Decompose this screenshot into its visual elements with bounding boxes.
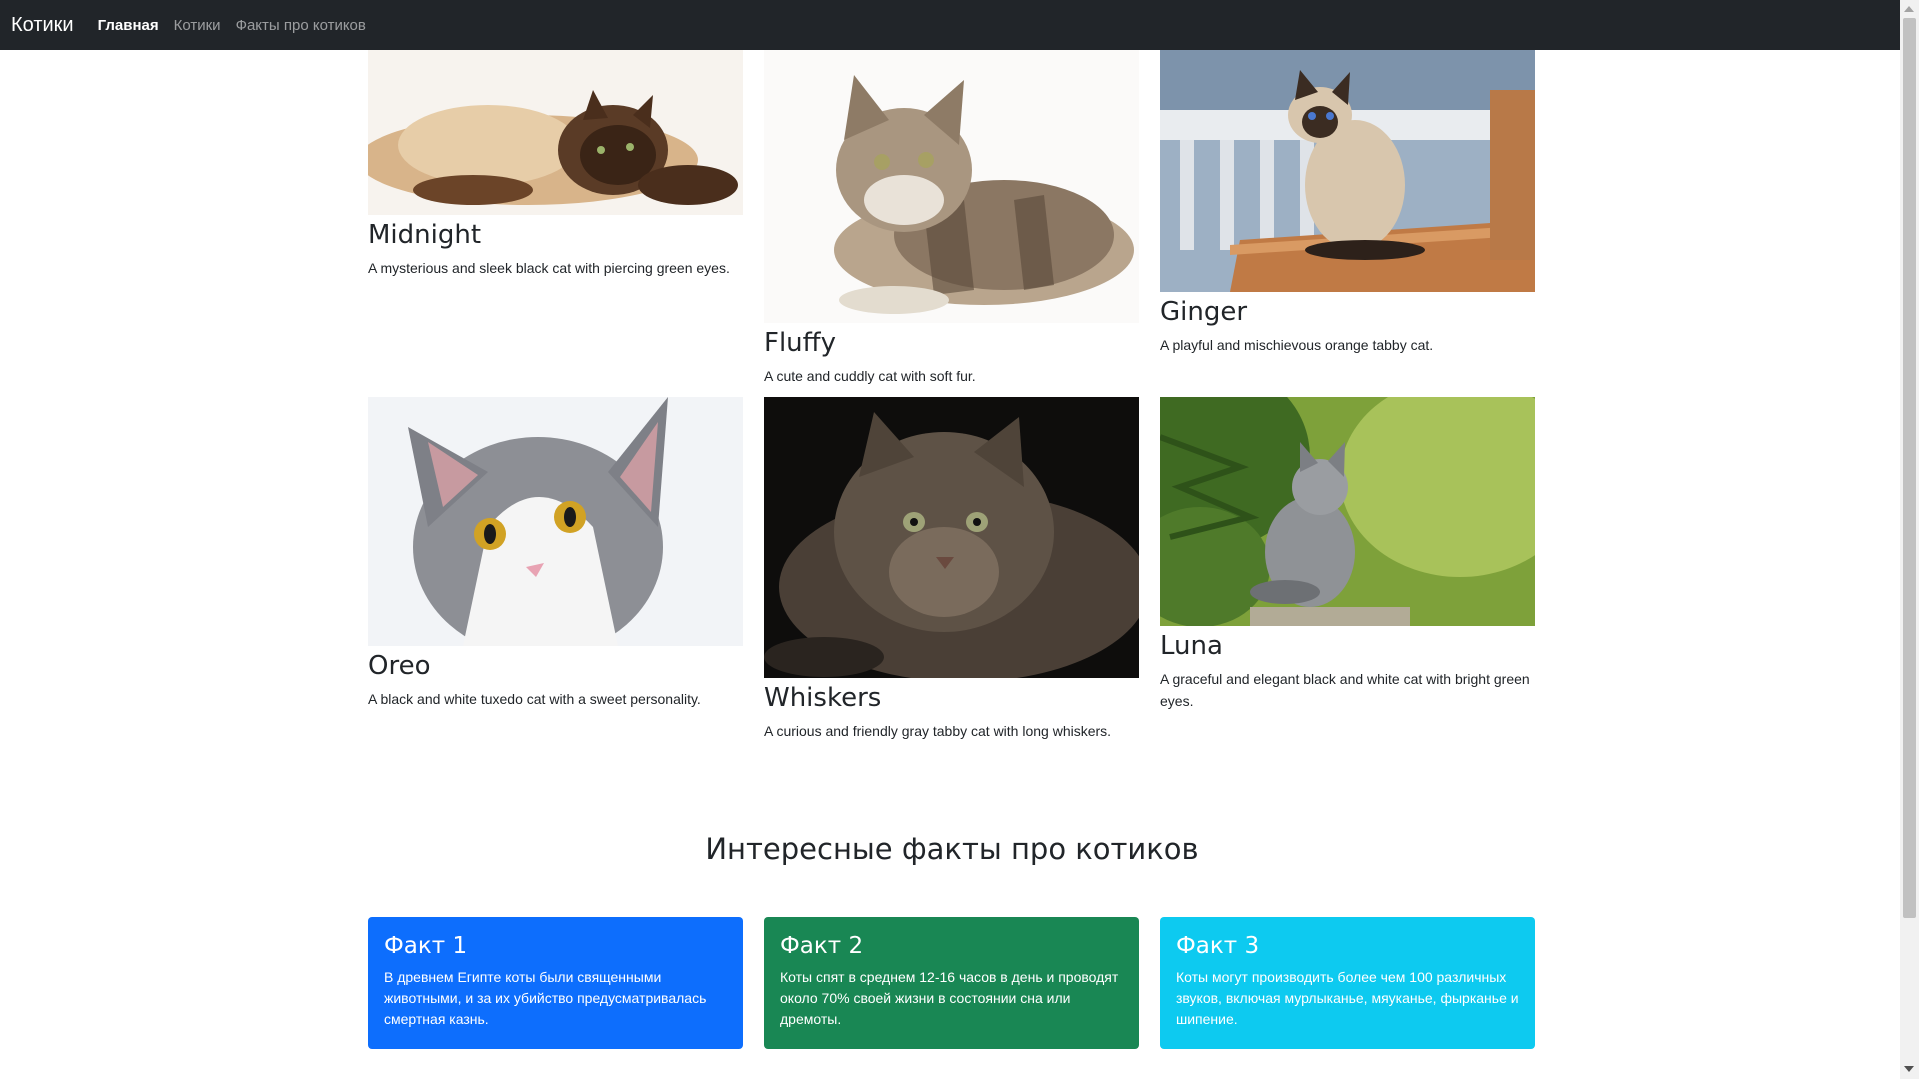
fact-title: Факт 2 [780,933,864,959]
fact-title: Факт 3 [1176,933,1260,959]
fact-card-2: Факт 2 Коты спят в среднем 12-16 часов в… [764,917,1139,1049]
cat-description: A black and white tuxedo cat with a swee… [368,691,701,707]
cat-image-fluffy [764,50,1139,323]
fact-card-1: Факт 1 В древнем Египте коты были священ… [368,917,743,1049]
cat-name: Oreo [368,651,431,681]
fact-title: Факт 1 [384,933,468,959]
vertical-scrollbar[interactable] [1900,0,1919,1079]
cat-name: Luna [1160,631,1223,661]
nav-link-cats[interactable]: Котики [174,17,221,34]
scrollbar-thumb[interactable] [1903,18,1916,918]
cat-name: Midnight [368,220,482,250]
cat-name: Whiskers [764,683,882,713]
cat-name: Fluffy [764,328,836,358]
navbar: Котики Главная Котики Факты про котиков [0,0,1900,50]
scroll-up-icon[interactable] [1904,6,1914,12]
nav-link-facts[interactable]: Факты про котиков [236,17,366,34]
fact-text: Коты могут производить более чем 100 раз… [1176,969,1519,1027]
cat-card-fluffy: Fluffy A cute and cuddly cat with soft f… [764,50,1139,387]
cat-card-oreo: Oreo A black and white tuxedo cat with a… [368,397,743,710]
cat-image-whiskers [764,397,1139,678]
facts-section-title: Интересные факты про котиков [705,832,1199,866]
fact-text: Коты спят в среднем 12-16 часов в день и… [780,969,1119,1027]
cat-card-whiskers: Whiskers A curious and friendly gray tab… [764,397,1139,742]
page: Котики Главная Котики Факты про котиков … [0,0,1919,1079]
cat-description: A playful and mischievous orange tabby c… [1160,337,1434,353]
cat-name: Ginger [1160,297,1248,327]
fact-text: В древнем Египте коты были священными жи… [384,969,707,1027]
cat-card-ginger: Ginger A playful and mischievous orange … [1160,50,1535,356]
navbar-brand[interactable]: Котики [11,14,74,37]
cat-card-luna: Luna A graceful and elegant black and wh… [1160,397,1535,712]
scroll-down-icon[interactable] [1904,1066,1914,1072]
cat-image-midnight [368,50,743,215]
cat-description: A mysterious and sleek black cat with pi… [368,260,730,276]
cat-description: A curious and friendly gray tabby cat wi… [764,723,1112,739]
cat-image-luna [1160,397,1535,626]
cat-image-oreo [368,397,743,646]
cat-description: A graceful and elegant black and white c… [1160,671,1530,709]
nav-link-home[interactable]: Главная [98,17,159,34]
fact-card-3: Факт 3 Коты могут производить более чем … [1160,917,1535,1049]
cat-description: A cute and cuddly cat with soft fur. [764,368,976,384]
cat-image-ginger [1160,50,1535,292]
cat-card-midnight: Midnight A mysterious and sleek black ca… [368,50,743,279]
